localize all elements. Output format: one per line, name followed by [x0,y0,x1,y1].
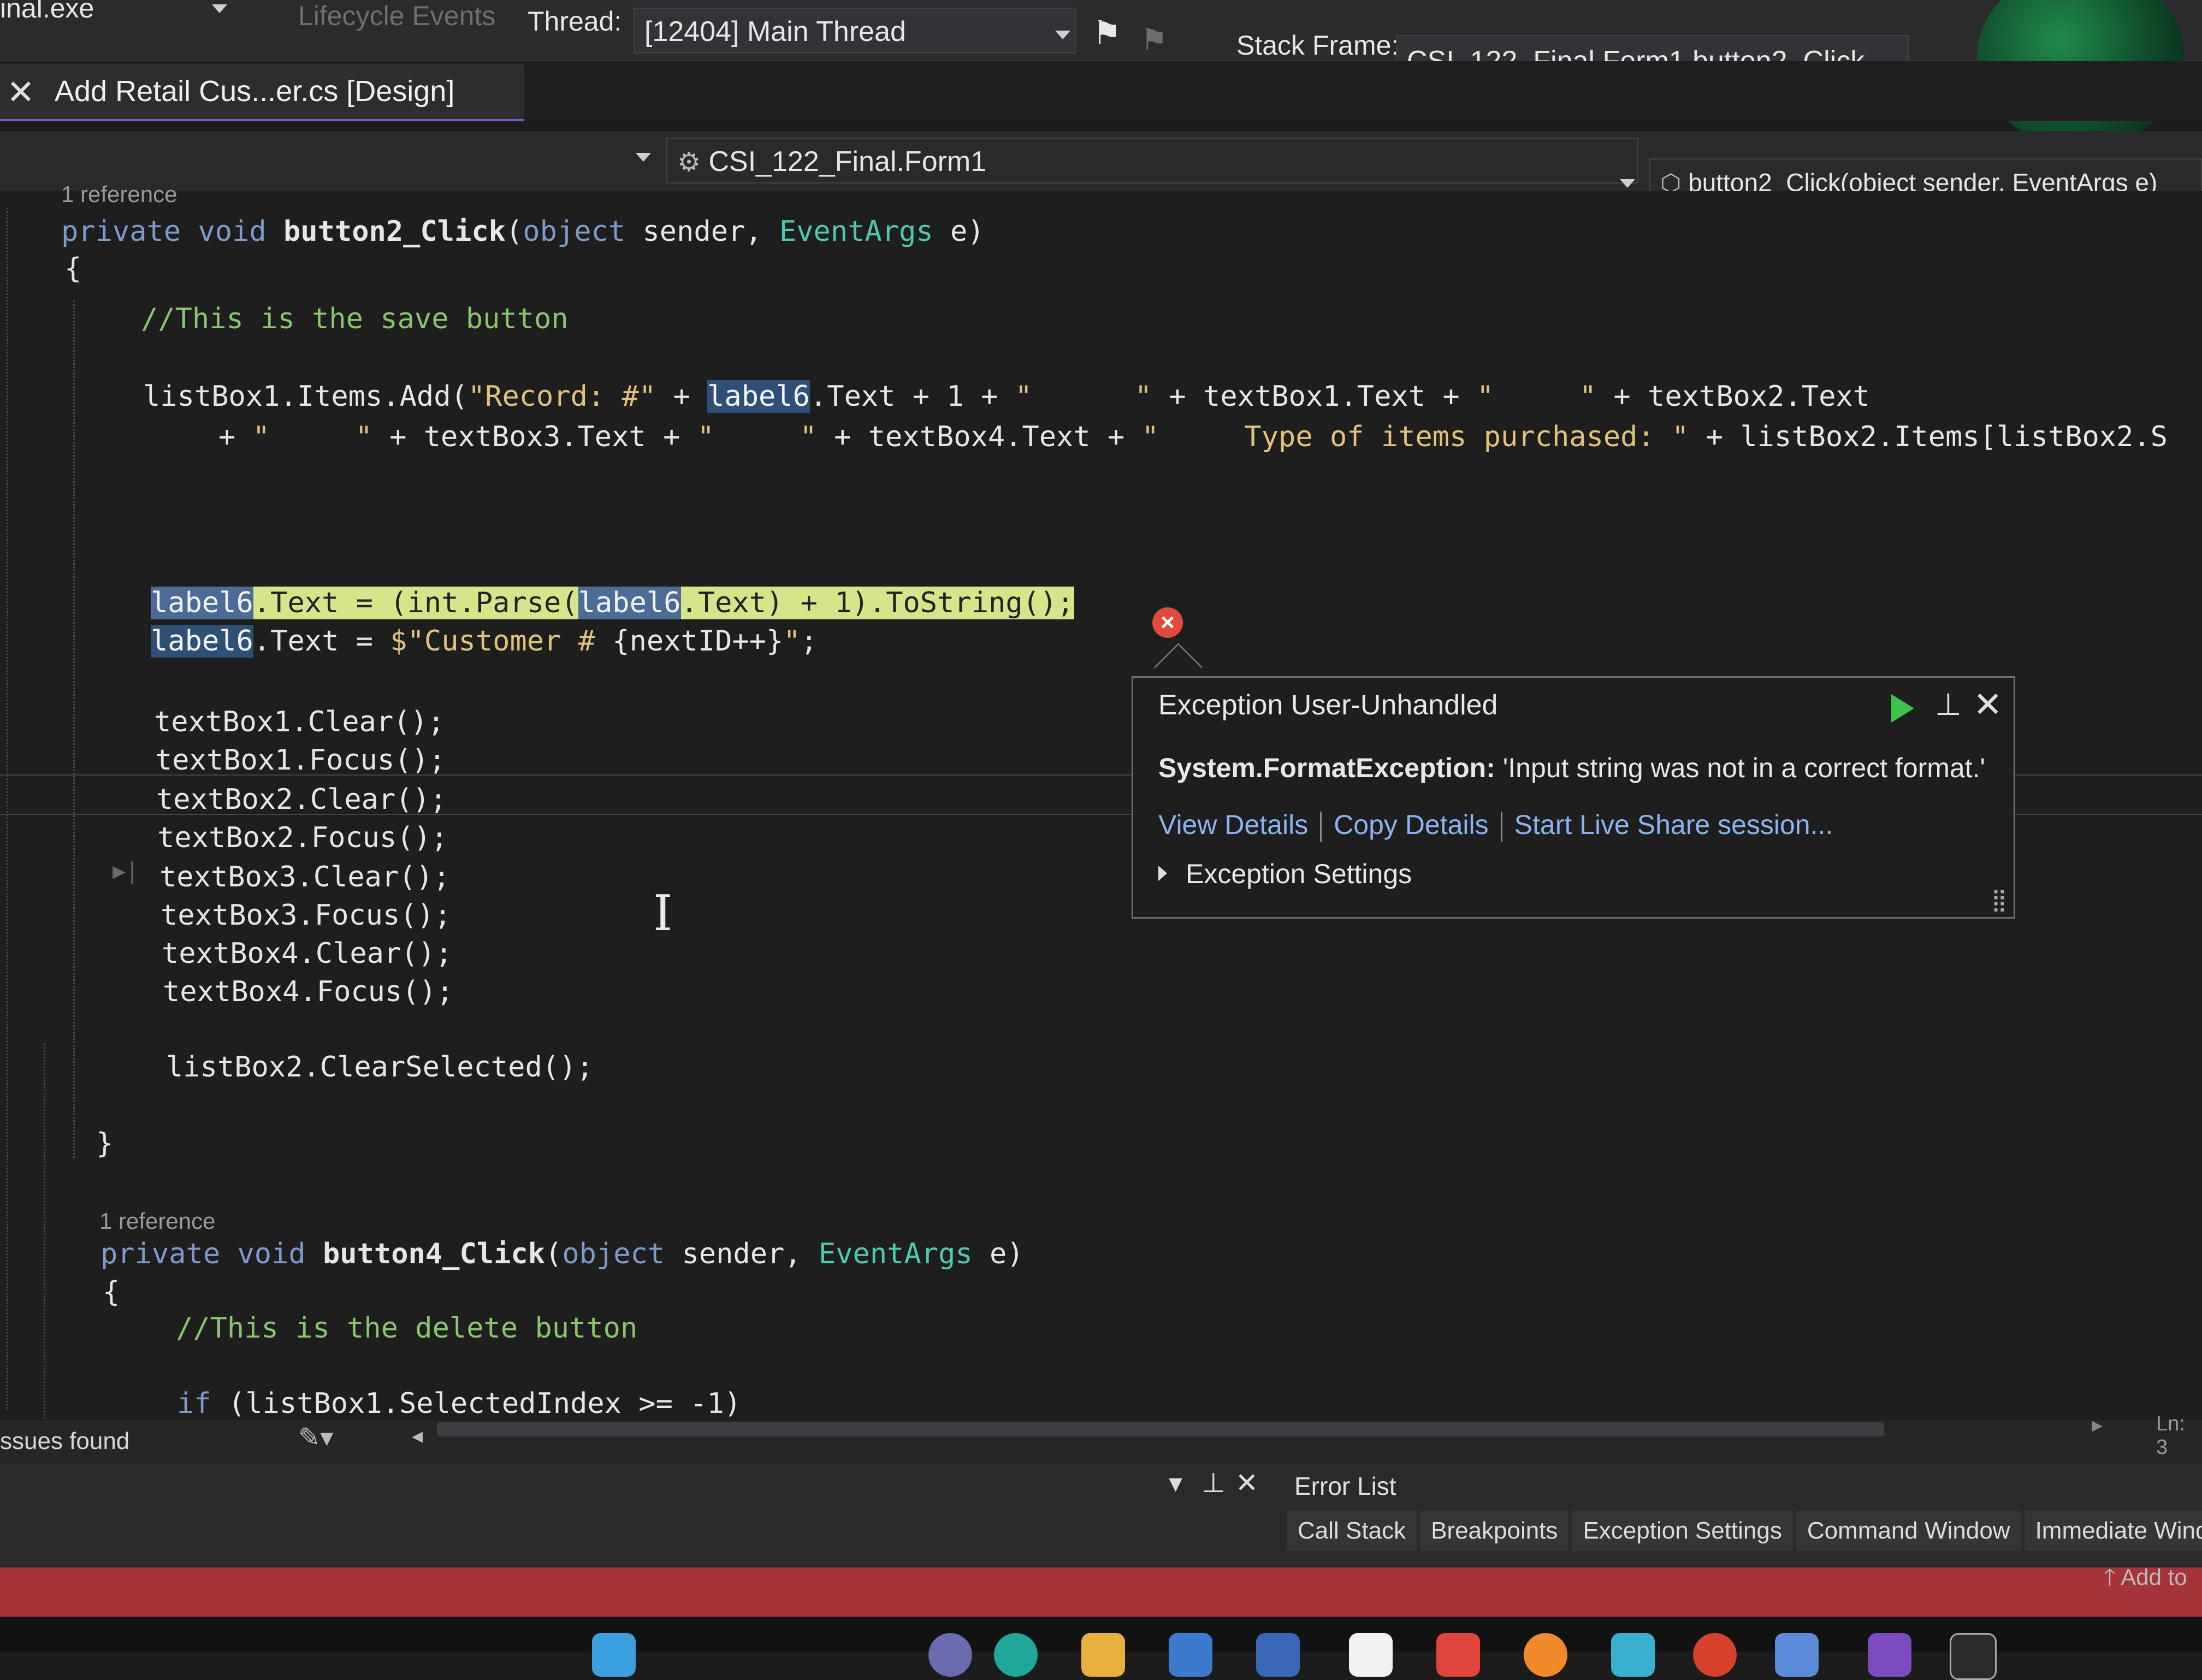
code-line: listBox2.ClearSelected(); [166,1051,594,1084]
code-line: textBox2.Clear(); [156,783,447,816]
code-line: textBox1.Focus(); [155,744,446,777]
firefox-icon[interactable] [1524,1633,1567,1677]
start-button-icon[interactable] [592,1633,636,1677]
exception-type: System.FormatException: [1158,753,1495,783]
divider [1320,811,1322,842]
code-line-add-record: listBox1.Items.Add("Record: #" + label6.… [143,380,1870,413]
exception-title: Exception User-Unhandled [1158,689,1498,721]
live-share-link[interactable]: Start Live Share session... [1514,809,1833,840]
comment-save-button: //This is the save button [141,303,569,335]
debug-status-bar [0,1567,2202,1617]
brace: { [64,252,82,285]
expand-triangle-icon[interactable] [1158,866,1167,881]
view-details-link[interactable]: View Details [1158,809,1308,840]
current-statement[interactable]: label6.Text = (int.Parse(label6.Text) + … [151,587,1074,619]
pin-icon[interactable]: ⊥ [1935,687,1962,723]
codelens-reference[interactable]: 1 reference [99,1208,215,1234]
comment-delete-button: //This is the delete button [176,1312,638,1345]
run-to-click-icon[interactable]: ▶| [113,859,139,884]
chrome-icon[interactable] [1693,1633,1737,1677]
tab-immediate-window[interactable]: Immediate Window [2024,1511,2202,1551]
error-glyph-icon[interactable]: × [1152,607,1183,638]
horizontal-scrollbar[interactable] [437,1422,1884,1436]
resize-grip-icon[interactable]: ⣿ [1991,888,2007,913]
lifecycle-events-button[interactable]: Lifecycle Events [298,0,495,32]
class-icon: ⚙ [677,148,701,177]
project-dropdown-icon[interactable] [636,153,651,162]
bottom-tabs: Call Stack Breakpoints Exception Settings C… [1287,1511,2202,1558]
tab-call-stack[interactable]: Call Stack [1287,1511,1417,1551]
class-select[interactable]: ⚙ CSI_122_Final.Form1 [666,138,1638,184]
line-number-status: Ln: 3 [2156,1412,2185,1459]
exception-message: System.FormatException: 'Input string wa… [1158,752,1985,784]
method-signature-button2: private void button2_Click(object sender… [61,215,985,248]
code-line-if: if (listBox1.SelectedIndex >= -1) [177,1387,742,1420]
taskbar-app-icon[interactable] [928,1633,972,1677]
amazon-icon[interactable] [1349,1633,1393,1677]
exception-settings-expander[interactable]: Exception Settings [1186,858,1412,890]
process-label: inal.exe [0,0,94,23]
flag-all-threads-icon[interactable]: ⚑ [1140,22,1168,58]
exception-text: 'Input string was not in a correct forma… [1495,753,1986,783]
code-line: textBox3.Focus(); [161,899,452,932]
scroll-left-icon[interactable]: ◂ [412,1423,423,1448]
flag-thread-icon[interactable]: ⚑ [1092,14,1122,52]
brace: { [103,1276,120,1309]
thread-dropdown-icon[interactable] [1055,31,1070,39]
edge-icon[interactable] [994,1633,1038,1677]
scroll-right-icon[interactable]: ▸ [2092,1412,2103,1438]
panel-dropdown-icon[interactable]: ▾ [1169,1467,1182,1499]
stack-frame-label: Stack Frame: [1236,30,1399,61]
tab-title: Add Retail Cus...er.cs [Design] [55,75,455,108]
taskbar-app-icon[interactable] [1611,1633,1655,1677]
process-dropdown-icon[interactable] [212,4,227,13]
thread-select[interactable]: [12404] Main Thread [634,8,1076,54]
indent-guide [73,300,75,1158]
tab-breakpoints[interactable]: Breakpoints [1420,1511,1569,1551]
project-select[interactable] [0,138,655,184]
task-view-icon[interactable] [1950,1633,1997,1680]
issues-status[interactable]: ssues found [0,1428,129,1455]
tab-add-retail-customer-design[interactable]: ✕ Add Retail Cus...er.cs [Design] [0,64,524,121]
close-tab-icon[interactable]: ✕ [7,72,35,112]
text-cursor-icon: I [653,885,673,942]
codelens-reference[interactable]: 1 reference [61,181,177,208]
error-list-title[interactable]: Error List [1294,1471,1396,1501]
code-line: textBox4.Clear(); [162,937,453,970]
tab-exception-settings[interactable]: Exception Settings [1572,1511,1793,1551]
code-line-customer-id: label6.Text = $"Customer # {nextID++}"; [151,625,818,658]
visual-studio-icon[interactable] [1868,1633,1911,1677]
code-line-add-record-cont: + " " + textBox3.Text + " " + textBox4.T… [218,421,2168,453]
divider [1500,811,1502,842]
navigation-bar: ⚙ CSI_122_Final.Form1 ⬡ button2_Click(ob… [0,131,2202,204]
code-line: textBox1.Clear(); [154,706,445,738]
brace: } [96,1127,114,1160]
indent-guide [44,1043,45,1425]
file-explorer-icon[interactable] [1081,1633,1125,1677]
taskbar-app-icon[interactable] [1775,1633,1819,1677]
office-icon[interactable] [1436,1633,1480,1677]
code-line: textBox2.Focus(); [157,821,448,854]
store-icon[interactable] [1169,1633,1212,1677]
panel-pin-icon[interactable]: ⊥ [1201,1467,1226,1499]
continue-icon[interactable] [1891,694,1914,723]
copy-details-link[interactable]: Copy Details [1334,809,1488,840]
panel-close-icon[interactable]: ✕ [1235,1467,1258,1499]
code-line: textBox4.Focus(); [163,975,454,1008]
exception-helper-popup: Exception User-Unhandled ⊥ ✕ System.Form… [1132,676,2015,919]
thread-label: Thread: [528,6,622,37]
tab-command-window[interactable]: Command Window [1796,1511,2021,1551]
code-line: textBox3.Clear(); [159,861,451,894]
exception-links: View Details Copy Details Start Live Share… [1158,809,1833,842]
class-dropdown-icon[interactable] [1620,179,1635,188]
class-value: CSI_122_Final.Form1 [708,146,987,178]
mail-icon[interactable] [1256,1633,1300,1677]
add-to-source-control[interactable]: 🡑 Add to [2104,1561,2187,1600]
arrow-up-icon: 🡑 [2104,1564,2121,1590]
code-cleanup-icon[interactable]: ✎▾ [298,1422,333,1453]
thread-value: [12404] Main Thread [644,16,906,48]
close-icon[interactable]: ✕ [1973,684,2003,725]
method-signature-button4: private void button4_Click(object sender… [100,1238,1024,1270]
